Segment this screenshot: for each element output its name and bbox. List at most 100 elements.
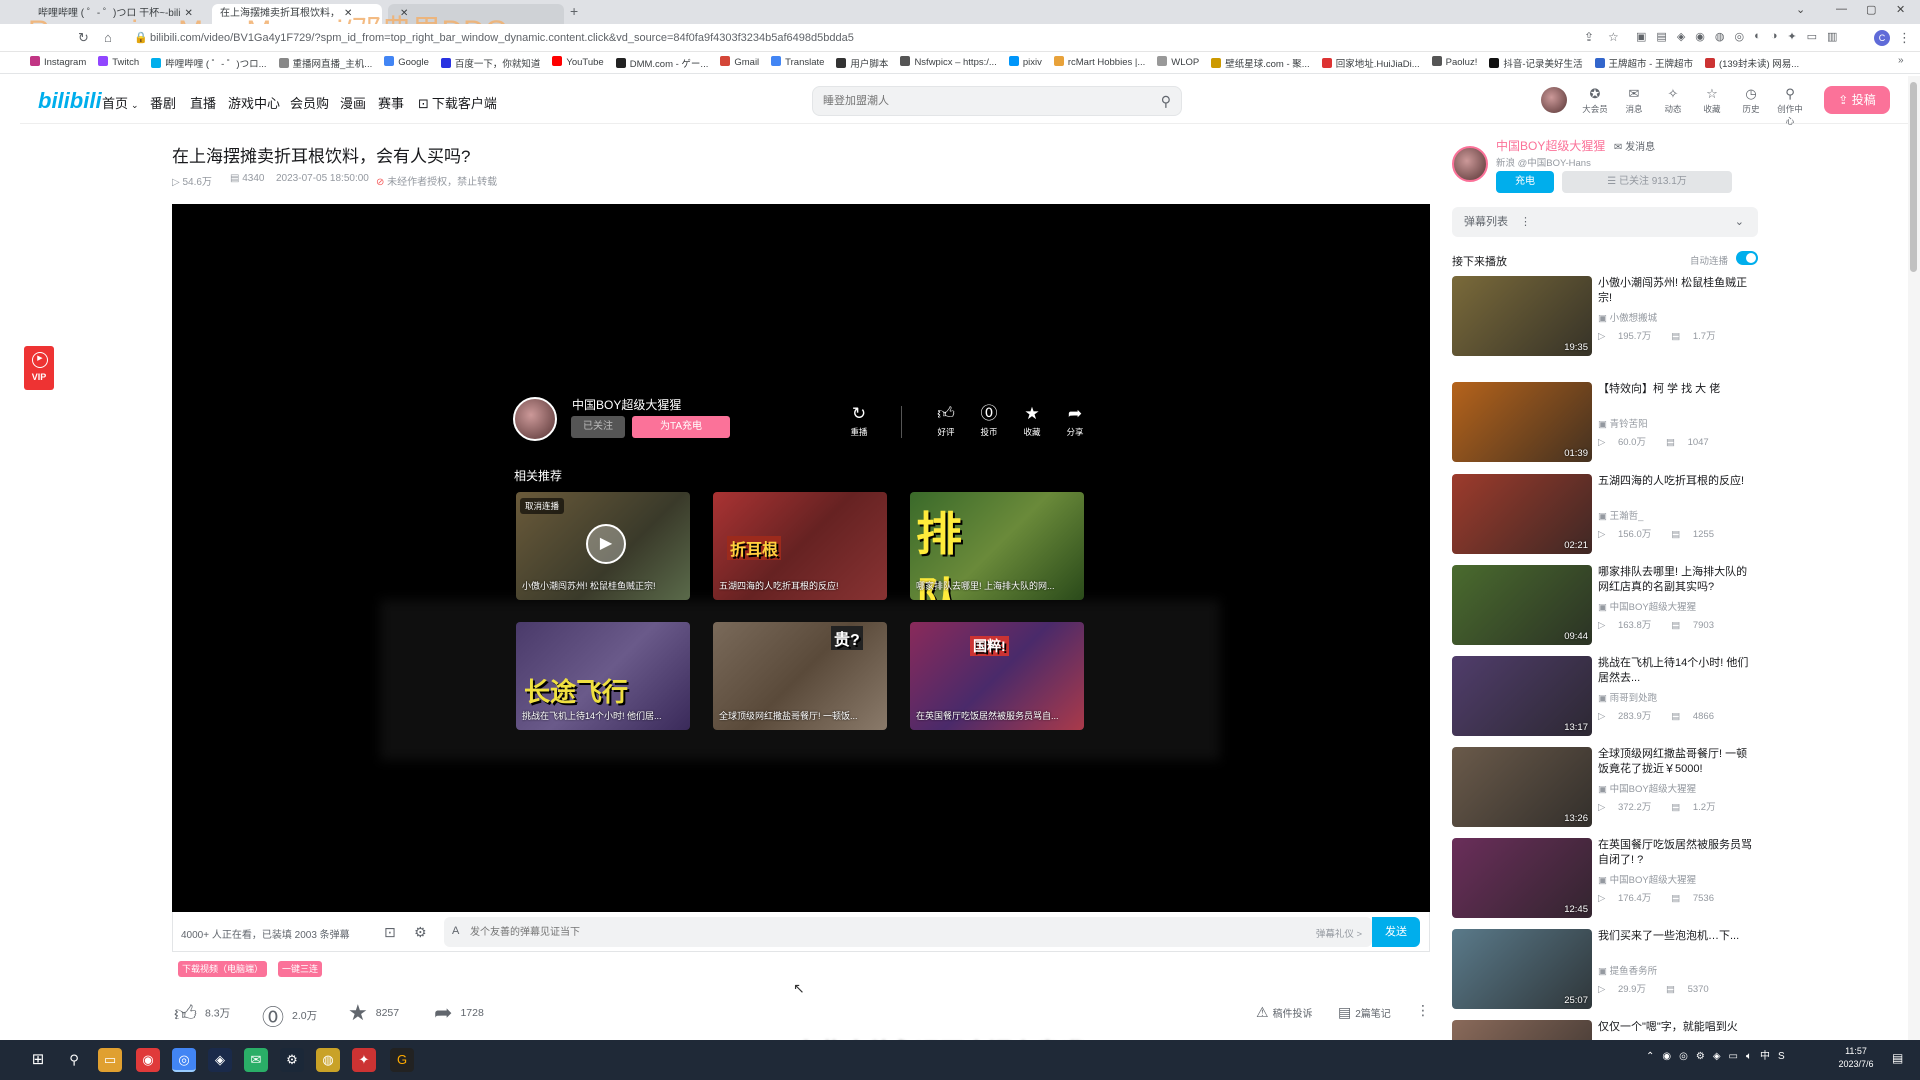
chrome-icon[interactable]: ◎ [172, 1048, 196, 1072]
video-share-button[interactable]: ➦ 1728 [434, 1000, 484, 1026]
minimize-icon[interactable]: — [1836, 3, 1847, 15]
triple-action-tag[interactable]: 一键三连 [278, 961, 323, 977]
bookmark-item[interactable]: 哔哩哔哩 ( ゜- ゜)つロ... [151, 56, 267, 70]
nav-home[interactable]: 首页 ⌄ [102, 93, 139, 112]
new-tab-icon[interactable]: + [570, 3, 578, 19]
nav-download-client[interactable]: ⊡ 下载客户端 [418, 93, 497, 112]
share-button[interactable]: ➦ 分享 [1058, 404, 1092, 438]
user-avatar[interactable] [1541, 87, 1567, 113]
bookmark-item[interactable]: Nsfwpicx – https:/... [900, 56, 997, 70]
bookmark-item[interactable]: WLOP [1157, 56, 1199, 70]
search-icon[interactable]: ⚲ [1161, 93, 1171, 110]
font-style-icon[interactable]: A [452, 925, 459, 937]
download-video-tag[interactable]: 下载视频（电脑端） [178, 961, 268, 977]
upload-button[interactable]: ⇪ 投稿 [1824, 86, 1890, 114]
notification-icon[interactable]: ▤ [1892, 1052, 1903, 1065]
header-dynamic[interactable]: ✧ 动态 [1658, 86, 1688, 115]
recommendation-card[interactable]: 12:45 在英国餐厅吃饭居然被服务员骂自闭了! ? ▣ 中国BOY超级大猩猩 ▷ 1… [1452, 838, 1758, 918]
tab-search-icon[interactable]: ⌄ [1796, 3, 1805, 16]
charge-button[interactable]: 充电 [1496, 171, 1554, 193]
replay-button[interactable]: ↻ 重播 [842, 404, 876, 438]
windows-start-icon[interactable]: ⊞ [26, 1048, 50, 1072]
uploader-avatar[interactable] [1452, 146, 1488, 182]
recommendation-author[interactable]: ▣ 雨哥到处跑 [1598, 690, 1657, 704]
bookmark-item[interactable]: (139封未读) 网易... [1704, 56, 1799, 70]
recommendation-title[interactable]: 全球顶级网红撒盐哥餐厅! 一顿饭竟花了拢近￥5000! [1598, 747, 1758, 777]
uploader-name[interactable]: 中国BOY超级大猩猩 [1496, 137, 1605, 154]
extension-icon[interactable]: ◎ [1735, 30, 1745, 43]
nav-manga[interactable]: 漫画 [340, 93, 366, 112]
recommendation-title[interactable]: 小傲小潮闯苏州! 松鼠桂鱼贼正宗! [1598, 276, 1758, 306]
bookmark-item[interactable]: Twitch [98, 56, 139, 70]
more-bookmarks-icon[interactable]: » [1898, 55, 1904, 66]
favorite-button[interactable]: ★ 收藏 [1015, 404, 1049, 438]
vip-float-badge[interactable]: VIP [24, 346, 54, 390]
recommendation-thumbnail[interactable]: 12:45 [1452, 838, 1592, 918]
recommendation-title[interactable]: 我们买来了一些泡泡机…下... [1598, 929, 1758, 944]
bookmark-item[interactable]: Gmail [720, 56, 759, 70]
endcard-follow-button[interactable]: 已关注 [571, 416, 625, 438]
recommendation-card[interactable]: 02:21 五湖四海的人吃折耳根的反应! ▣ 王瀚哲_ ▷ 156.0万 ▤ 1255 [1452, 474, 1758, 554]
endcard-up-avatar[interactable] [513, 397, 557, 441]
recommendation-author[interactable]: ▣ 中国BOY超级大猩猩 [1598, 781, 1696, 795]
share-icon[interactable]: ⇪ [1584, 30, 1594, 44]
like-button[interactable]: 👍︎ 好评 [929, 404, 963, 438]
related-video-card[interactable]: 排队 哪家排队去哪里! 上海排大队的网... [910, 492, 1084, 600]
bookmark-item[interactable]: rcMart Hobbies |... [1053, 56, 1145, 70]
nav-game-center[interactable]: 游戏中心 [228, 93, 280, 112]
reload-icon[interactable]: ↻ [78, 30, 89, 46]
recommendation-author[interactable]: ▣ 青铃苦阳 [1598, 416, 1648, 430]
extension-icon[interactable]: ▣ [1636, 30, 1646, 43]
steam-icon[interactable]: ⚙ [280, 1048, 304, 1072]
recommendation-thumbnail[interactable]: 13:17 [1452, 656, 1592, 736]
bookmark-item[interactable]: 抖音-记录美好生活 [1489, 56, 1583, 70]
followed-button[interactable]: ☰ 已关注 913.1万 [1562, 171, 1732, 193]
tray-app-icon[interactable]: ◉ [1662, 1050, 1671, 1063]
recommendation-title[interactable]: 在英国餐厅吃饭居然被服务员骂自闭了! ? [1598, 838, 1758, 868]
scrollbar-thumb[interactable] [1910, 82, 1917, 272]
extension-icon[interactable]: ◐ [1754, 30, 1761, 43]
recommendation-thumbnail[interactable]: 13:26 [1452, 747, 1592, 827]
bookmark-item[interactable]: Translate [771, 56, 824, 70]
recommendation-author[interactable]: ▣ 中国BOY超级大猩猩 [1598, 872, 1696, 886]
send-danmaku-button[interactable]: 发送 [1372, 917, 1420, 947]
maximize-icon[interactable]: ▢ [1866, 3, 1876, 16]
home-icon[interactable]: ⌂ [104, 30, 112, 45]
bookmark-item[interactable]: Paoluz! [1431, 56, 1477, 70]
extension-icon[interactable]: ✦ [1787, 30, 1796, 43]
ime-indicator[interactable]: 中 [1760, 1050, 1770, 1063]
related-video-card[interactable]: 贵? 全球顶级网红撒盐哥餐厅! 一顿饭... [713, 622, 887, 730]
obs-like-icon[interactable]: ◍ [316, 1048, 340, 1072]
wechat-icon[interactable]: ✉ [244, 1048, 268, 1072]
recommendation-card[interactable]: 19:35 小傲小潮闯苏州! 松鼠桂鱼贼正宗! ▣ 小傲想搬城 ▷ 195.7万 ▤ 1… [1452, 276, 1758, 356]
bookmark-item[interactable]: 重播网直播_主机... [278, 56, 372, 70]
report-button[interactable]: ⚠ 稿件投诉 [1256, 1004, 1313, 1021]
recommendation-card[interactable]: 13:17 挑战在飞机上待14个小时! 他们居然去... ▣ 雨哥到处跑 ▷ 283.… [1452, 656, 1758, 736]
tray-app-icon[interactable]: ◈ [1713, 1050, 1721, 1063]
menu-dots-icon[interactable]: ⋮ [1898, 30, 1911, 46]
extension-icon[interactable]: ◈ [1677, 30, 1685, 43]
extension-icon[interactable]: ◑ [1771, 30, 1778, 43]
bookmark-item[interactable]: Instagram [30, 56, 86, 70]
nav-anime[interactable]: 番剧 [150, 93, 176, 112]
header-creator[interactable]: ⚲ 创作中心 [1775, 86, 1805, 127]
extension-icon[interactable]: ▥ [1827, 30, 1837, 43]
header-vip[interactable]: ✪ 大会员 [1580, 86, 1610, 115]
nav-esports[interactable]: 赛事 [378, 93, 404, 112]
file-explorer-icon[interactable]: ▭ [98, 1048, 122, 1072]
bookmark-item[interactable]: 用户脚本 [836, 56, 888, 70]
extension-icon[interactable]: ◍ [1715, 30, 1725, 43]
header-messages[interactable]: ✉ 消息 [1619, 86, 1649, 115]
recommendation-thumbnail[interactable]: 19:35 [1452, 276, 1592, 356]
danmaku-list-toggle[interactable]: 弹幕列表 ⋮ ⌄ [1452, 207, 1758, 237]
recommendation-card[interactable]: 仅仅一个"嗯"字，就能唱到火▣ ▷ ▤ [1452, 1020, 1758, 1040]
endcard-charge-button[interactable]: 为TA充电 [632, 416, 730, 438]
close-window-icon[interactable]: ✕ [1896, 3, 1905, 16]
tray-network-icon[interactable]: ▭ [1729, 1050, 1738, 1063]
autoplay-toggle[interactable] [1736, 251, 1758, 265]
recommendation-author[interactable]: ▣ 小傲想搬城 [1598, 310, 1657, 324]
danmaku-input[interactable] [444, 917, 1244, 947]
danmaku-etiquette-link[interactable]: 弹幕礼仪 > [1316, 926, 1362, 940]
recommendation-title[interactable]: 五湖四海的人吃折耳根的反应! [1598, 474, 1758, 489]
bookmark-item[interactable]: Google [384, 56, 429, 70]
